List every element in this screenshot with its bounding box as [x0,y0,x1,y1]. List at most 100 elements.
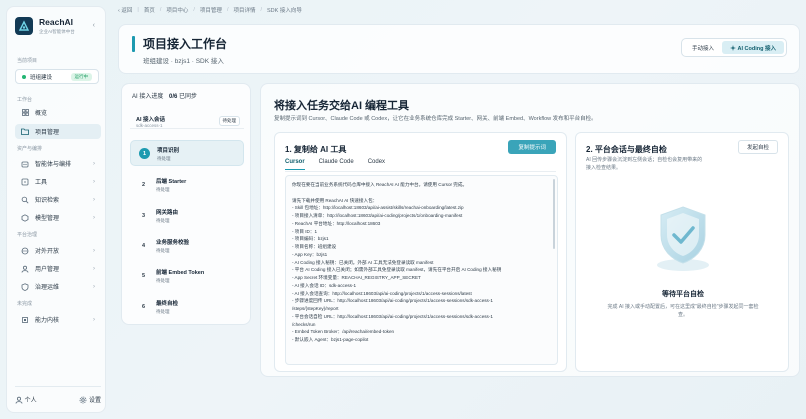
prompt-line: - 项目编码：bzjs1 [292,236,329,242]
step-number: 5 [141,272,146,279]
tab-claude-code[interactable]: Claude Code [319,159,354,170]
breadcrumb-project-detail[interactable]: 项目详情 [233,6,255,14]
step-item[interactable]: 1 项目识别 待处理 [130,140,244,166]
tool-icon [21,178,29,186]
chevron-right-icon: › [93,196,95,203]
breadcrumb-current: SDK 接入向导 [267,8,302,14]
prompt-line: - 平台会话自检 URL：http://localhost:18603/api/… [292,313,493,319]
step-status: 待处理 [156,187,170,192]
step-title: 项目识别 [157,148,180,154]
manual-mode-button[interactable]: 手动接入 [684,41,722,54]
session-id: sdk-access-1 [136,123,163,128]
tabs-divider [285,171,556,172]
breadcrumb-separator: / [260,7,263,13]
prompt-line: 你现在要在当前业务系统代码仓库中接入 ReachAI AI 能力中台。请使用 C… [292,182,468,187]
sidebar-item-knowledge[interactable]: 知识检索 › [15,192,101,207]
prompt-line: /steps/{stepKey}/report [292,306,339,311]
self-check-description: AI 回传步骤会沉淀到左侧会话；自检也会复用带来的接入检查结果。 [586,157,703,171]
tab-codex[interactable]: Codex [368,159,385,170]
tab-cursor[interactable]: Cursor [285,159,305,170]
breadcrumb-separator: | [137,7,139,13]
sidebar-item-tools[interactable]: 工具 › [15,174,101,189]
scrollbar[interactable] [553,179,555,249]
breadcrumb-project-management[interactable]: 项目管理 [200,6,222,14]
sidebar-item-label: 概览 [35,111,48,117]
breadcrumb-project-center[interactable]: 项目中心 [166,6,188,14]
step-number: 4 [141,242,146,249]
step-item[interactable]: 5 前端 Embed Token 待处理 [130,263,244,289]
copy-prompt-button[interactable]: 复制提示词 [508,140,556,154]
progress-header: AI 接入进度 0/6 已同步 [132,91,197,100]
ai-coding-mode-button[interactable]: AI Coding 接入 [721,41,784,54]
start-self-check-button[interactable]: 发起自检 [737,140,778,154]
sidebar-item-projects[interactable]: 项目管理 [15,124,101,139]
prompt-card: 1. 复制给 AI 工具 复制提示词 Cursor Claude Code Co… [274,132,567,372]
back-link[interactable]: ‹ 返回 [118,6,132,14]
group-label-governance: 平台治理 [17,232,38,238]
ai-coding-mode-label: AI Coding 接入 [737,45,777,52]
sidebar-item-users[interactable]: 用户管理 › [15,261,101,276]
gear-icon [79,396,87,403]
step-title: 网关路由 [156,210,179,216]
brand-name: ReachAI [39,17,74,27]
settings-label: 设置 [88,398,101,404]
step-title: 最终自检 [156,301,179,307]
brand-logo-icon [15,17,33,35]
folder-icon [21,128,29,136]
project-selector[interactable]: 班组建设 运行中 [15,69,99,84]
status-dot-icon [22,74,26,79]
sidebar-item-ops[interactable]: 治理运维 › [15,279,101,294]
settings-link[interactable]: 设置 [79,395,101,404]
project-name: 班组建设 [30,74,53,81]
step-status: 待处理 [156,218,170,223]
step-item[interactable]: 6 最终自检 待处理 [130,294,244,320]
grid-icon [21,109,29,117]
waiting-description: 完成 AI 接入或手动配置后，可在这里成"最终自检"步骤发起同一套检查。 [607,304,759,318]
step-item[interactable]: 3 网关路由 待处理 [130,203,244,229]
prompt-line: - 步骤进度回传 URL：http://localhost:18603/api/… [292,298,493,304]
tool-tabs: Cursor Claude Code Codex [285,159,385,170]
steps-panel: AI 接入进度 0/6 已同步 AI 接入会话 sdk-access-1 待处理… [121,83,251,325]
sidebar-item-label: 知识检索 [35,198,60,204]
prompt-line: - App Key：bzjs1 [292,251,328,257]
prompt-line: - Skill 包地址：http://localhost:18603/api/a… [292,205,464,211]
prompt-textarea[interactable]: 你现在要在当前业务系统代码仓库中接入 ReachAI AI 能力中台。请使用 C… [285,175,558,365]
prompt-line: - 项目名称：班组建设 [292,244,337,249]
breadcrumb-separator: / [226,7,229,13]
collapse-sidebar-icon[interactable]: ‹ [93,22,95,29]
step-status: 待处理 [157,156,171,161]
back-label: 返回 [121,8,133,14]
page-title: 项目接入工作台 [143,37,228,51]
breadcrumb-separator: / [193,7,195,13]
prompt-line: - Embed Token Broker：/api/reachai/embed-… [292,329,395,335]
prompt-line: - 项目 ID：1 [292,228,318,234]
mode-switch: 手动接入 AI Coding 接入 [680,38,787,57]
shield-icon [21,282,29,291]
main-description: 复制提示词到 Cursor、Claude Code 或 Codex，让它在业务系… [274,116,597,122]
header-accent-bar [132,36,135,52]
personal-link[interactable]: 个人 [15,395,37,404]
breadcrumb-home[interactable]: 首页 [144,6,155,14]
shield-check-icon [657,206,709,271]
step-item[interactable]: 4 业务服务校验 待处理 [130,233,244,259]
sidebar-item-label: 治理运维 [35,285,60,291]
sidebar-item-agents[interactable]: 智能体与编排 › [15,156,101,171]
page-subtitle: 班组建设 · bzjs1 · SDK 接入 [143,58,224,65]
session-row[interactable]: AI 接入会话 sdk-access-1 待处理 [130,109,244,129]
step-item[interactable]: 2 后端 Starter 待处理 [130,172,244,198]
main-panel: 将接入任务交给AI 编程工具 复制提示词到 Cursor、Claude Code… [260,83,800,377]
sidebar-item-label: 能力内核 [35,318,60,324]
sidebar-item-kernel[interactable]: 能力内核 › [15,312,101,327]
prompt-line: - AI 接入会话查询：http://localhost:18603/api/a… [292,290,472,296]
prompt-line: - 平台 AI Coding 接入已关闭；如需外部工具免登录读取 manifes… [292,267,502,273]
step-title: 后端 Starter [156,179,187,185]
sparkle-icon [729,44,736,51]
sidebar-item-overview[interactable]: 概览 [15,105,101,120]
cube-icon [21,213,29,222]
group-label-assets: 资产与编排 [17,146,43,152]
sidebar-item-label: 智能体与编排 [35,162,72,168]
status-badge: 运行中 [70,72,92,81]
sidebar-item-open[interactable]: 对外开放 › [15,243,101,258]
sidebar-item-label: 对外开放 [35,249,60,255]
sidebar-item-models[interactable]: 模型管理 › [15,210,101,225]
